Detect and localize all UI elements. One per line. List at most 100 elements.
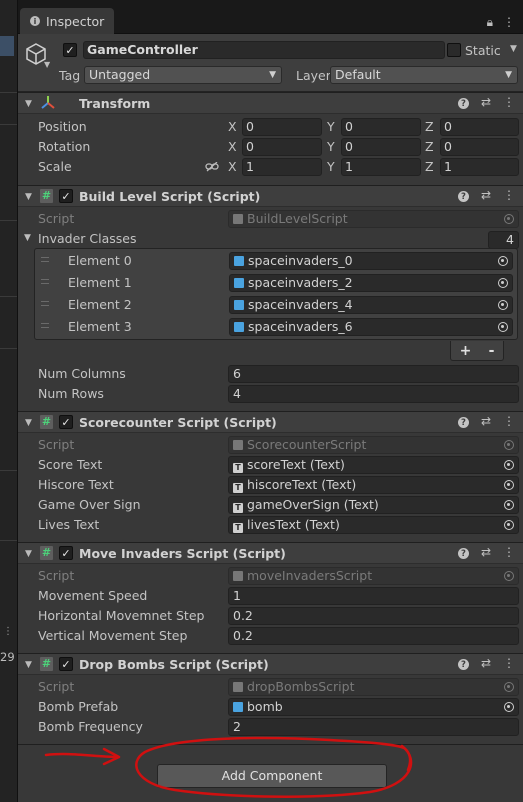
- chevron-down-icon[interactable]: ▼: [44, 60, 50, 69]
- object-picker-icon[interactable]: [504, 460, 514, 470]
- axis-y-label[interactable]: Y: [327, 119, 335, 134]
- position-x-field[interactable]: 0: [242, 118, 322, 136]
- hiscore-text-field[interactable]: ThiscoreText (Text): [228, 476, 519, 494]
- presets-icon[interactable]: ⇄: [481, 656, 491, 670]
- more-icon[interactable]: ⋮: [503, 545, 515, 559]
- horizontal-step-field[interactable]: 0.2: [228, 607, 519, 625]
- element-object-field[interactable]: spaceinvaders_6: [229, 318, 513, 336]
- list-item[interactable]: Element 1 spaceinvaders_2: [35, 272, 517, 294]
- axis-x-label[interactable]: X: [228, 159, 237, 174]
- hierarchy-selected-row[interactable]: [0, 36, 14, 56]
- lives-text-field[interactable]: TlivesText (Text): [228, 516, 519, 534]
- rotation-y-field[interactable]: 0: [341, 138, 421, 156]
- active-checkbox[interactable]: ✓: [63, 43, 77, 57]
- list-item[interactable]: Element 2 spaceinvaders_4: [35, 294, 517, 316]
- object-picker-icon[interactable]: [498, 300, 508, 310]
- build-level-component-header[interactable]: ▼ # ✓ Build Level Script (Script) ? ⇄ ⋮: [18, 185, 523, 207]
- rotation-x-field[interactable]: 0: [242, 138, 322, 156]
- position-y-field[interactable]: 0: [341, 118, 421, 136]
- foldout-icon[interactable]: ▼: [25, 418, 32, 428]
- foldout-icon[interactable]: ▼: [25, 660, 32, 670]
- gameobject-name-input[interactable]: GameController: [83, 41, 445, 59]
- scale-y-field[interactable]: 1: [341, 158, 421, 176]
- foldout-icon[interactable]: ▼: [25, 99, 32, 109]
- help-icon[interactable]: ?: [457, 98, 469, 109]
- element-label: Element 2: [68, 297, 132, 312]
- bomb-frequency-field[interactable]: 2: [228, 718, 519, 736]
- constrain-proportions-icon[interactable]: [205, 162, 219, 172]
- tag-value: Untagged: [89, 67, 151, 82]
- remove-element-button[interactable]: -: [489, 343, 495, 359]
- rotation-z-field[interactable]: 0: [440, 138, 519, 156]
- component-enabled-checkbox[interactable]: ✓: [59, 546, 73, 560]
- presets-icon[interactable]: ⇄: [481, 188, 491, 202]
- static-checkbox[interactable]: [447, 43, 461, 57]
- help-icon[interactable]: ?: [457, 191, 469, 202]
- list-size-field[interactable]: 4: [488, 231, 519, 249]
- help-icon[interactable]: ?: [457, 659, 469, 670]
- element-object-field[interactable]: spaceinvaders_0: [229, 252, 513, 270]
- more-icon[interactable]: ⋮: [503, 95, 515, 109]
- more-icon[interactable]: ⋮: [503, 414, 515, 428]
- more-icon[interactable]: ⋮: [503, 656, 515, 670]
- drag-handle-icon[interactable]: [41, 257, 49, 262]
- axis-z-label[interactable]: Z: [425, 159, 434, 174]
- axis-y-label[interactable]: Y: [327, 139, 335, 154]
- position-z-field[interactable]: 0: [440, 118, 519, 136]
- foldout-icon[interactable]: ▼: [25, 192, 32, 202]
- presets-icon[interactable]: ⇄: [481, 95, 491, 109]
- axis-x-label[interactable]: X: [228, 139, 237, 154]
- presets-icon[interactable]: ⇄: [481, 545, 491, 559]
- scale-x-field[interactable]: 1: [242, 158, 322, 176]
- tab-inspector[interactable]: i Inspector: [20, 8, 114, 34]
- help-icon[interactable]: ?: [457, 417, 469, 428]
- game-over-sign-field[interactable]: TgameOverSign (Text): [228, 496, 519, 514]
- num-columns-field[interactable]: 6: [228, 365, 519, 383]
- static-dropdown-icon[interactable]: ▼: [510, 44, 517, 54]
- drag-handle-icon[interactable]: [41, 301, 49, 306]
- more-icon[interactable]: ⋮: [503, 15, 515, 30]
- list-item[interactable]: Element 0 spaceinvaders_0: [35, 250, 517, 272]
- presets-icon[interactable]: ⇄: [481, 414, 491, 428]
- add-component-button[interactable]: Add Component: [157, 764, 387, 788]
- movement-speed-field[interactable]: 1: [228, 587, 519, 605]
- scorecounter-component-header[interactable]: ▼ # ✓ Scorecounter Script (Script) ? ⇄ ⋮: [18, 411, 523, 433]
- help-icon[interactable]: ?: [457, 548, 469, 559]
- move-invaders-component-header[interactable]: ▼ # ✓ Move Invaders Script (Script) ? ⇄ …: [18, 542, 523, 564]
- tag-dropdown[interactable]: Untagged ▼: [84, 66, 282, 84]
- axis-y-label[interactable]: Y: [327, 159, 335, 174]
- vertical-step-field[interactable]: 0.2: [228, 627, 519, 645]
- transform-component-header[interactable]: ▼ Transform ? ⇄ ⋮: [18, 92, 523, 114]
- component-enabled-checkbox[interactable]: ✓: [59, 657, 73, 671]
- layer-dropdown[interactable]: Default ▼: [330, 66, 518, 84]
- more-icon[interactable]: ⋮: [503, 188, 515, 202]
- element-object-field[interactable]: spaceinvaders_2: [229, 274, 513, 292]
- object-picker-icon[interactable]: [504, 702, 514, 712]
- object-picker-icon[interactable]: [504, 520, 514, 530]
- invader-classes-row[interactable]: ▼ Invader Classes: [18, 229, 523, 249]
- more-icon[interactable]: ⋮: [3, 626, 13, 637]
- component-enabled-checkbox[interactable]: ✓: [59, 415, 73, 429]
- list-item[interactable]: Element 3 spaceinvaders_6: [35, 316, 517, 338]
- score-text-field[interactable]: TscoreText (Text): [228, 456, 519, 474]
- axis-x-label[interactable]: X: [228, 119, 237, 134]
- num-rows-field[interactable]: 4: [228, 385, 519, 403]
- object-picker-icon[interactable]: [504, 500, 514, 510]
- drag-handle-icon[interactable]: [41, 279, 49, 284]
- object-picker-icon[interactable]: [498, 278, 508, 288]
- add-element-button[interactable]: +: [460, 343, 472, 359]
- component-enabled-checkbox[interactable]: ✓: [59, 189, 73, 203]
- axis-z-label[interactable]: Z: [425, 139, 434, 154]
- drag-handle-icon[interactable]: [41, 323, 49, 328]
- lock-icon[interactable]: 🔒︎: [487, 15, 493, 30]
- foldout-icon[interactable]: ▼: [24, 233, 31, 243]
- axis-z-label[interactable]: Z: [425, 119, 434, 134]
- object-picker-icon[interactable]: [498, 322, 508, 332]
- element-object-field[interactable]: spaceinvaders_4: [229, 296, 513, 314]
- drop-bombs-component-header[interactable]: ▼ # ✓ Drop Bombs Script (Script) ? ⇄ ⋮: [18, 653, 523, 675]
- bomb-prefab-field[interactable]: bomb: [228, 698, 519, 716]
- scale-z-field[interactable]: 1: [440, 158, 519, 176]
- object-picker-icon[interactable]: [504, 480, 514, 490]
- object-picker-icon[interactable]: [498, 256, 508, 266]
- foldout-icon[interactable]: ▼: [25, 549, 32, 559]
